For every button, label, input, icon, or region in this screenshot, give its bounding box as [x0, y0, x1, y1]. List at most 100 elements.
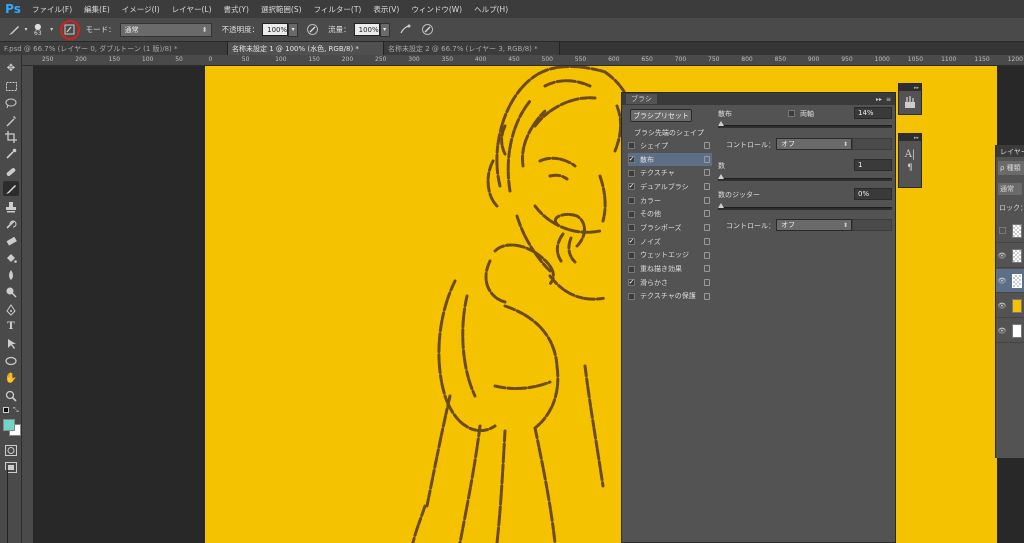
brush-setting-item[interactable]: ブラシポーズ	[628, 221, 712, 235]
menu-view[interactable]: 表示(V)	[367, 4, 405, 15]
eye-icon[interactable]: 👁	[996, 327, 1008, 335]
brush-setting-checkbox[interactable]: ✓	[628, 238, 635, 246]
layer-filter-dropdown[interactable]: ρ 種類	[998, 161, 1024, 175]
menu-help[interactable]: ヘルプ(H)	[468, 4, 514, 15]
lock-icon[interactable]	[704, 224, 710, 232]
lock-icon[interactable]	[704, 155, 710, 163]
brush-setting-checkbox[interactable]: ✓	[628, 183, 635, 191]
menu-filter[interactable]: フィルター(T)	[308, 4, 368, 15]
lock-icon[interactable]	[704, 292, 710, 300]
mode-dropdown[interactable]: 通常 ⬍	[119, 22, 212, 37]
eye-icon[interactable]: 👁	[996, 302, 1008, 310]
menu-image[interactable]: イメージ(I)	[116, 4, 166, 15]
menu-file[interactable]: ファイル(F)	[26, 4, 78, 15]
count-jitter-input[interactable]: 0%	[854, 188, 892, 200]
blur-tool-icon[interactable]	[3, 267, 19, 282]
opacity-slider-button[interactable]: ▾	[288, 22, 299, 37]
brush-tool-icon[interactable]	[6, 22, 22, 38]
pressure-size-icon[interactable]	[420, 22, 436, 38]
history-brush-tool-icon[interactable]	[3, 216, 19, 231]
brush-panel-toggle-button[interactable]	[59, 19, 80, 40]
pressure-opacity-icon[interactable]	[304, 22, 320, 38]
layers-panel-tab[interactable]: レイヤー	[996, 145, 1024, 157]
brush-setting-checkbox[interactable]	[628, 142, 635, 150]
lock-icon[interactable]	[704, 183, 710, 191]
magic-wand-tool-icon[interactable]	[3, 113, 19, 128]
document-tab[interactable]: 名称未設定 2 @ 66.7% (レイヤー 3, RGB/8) *	[384, 42, 560, 55]
slider-knob-icon[interactable]	[718, 121, 724, 126]
brush-tool-icon[interactable]	[3, 181, 19, 196]
lock-icon[interactable]	[704, 210, 710, 218]
brush-setting-item[interactable]: ✓ 滑らかさ	[628, 276, 712, 290]
collapse-icon[interactable]: ▸▸	[876, 96, 882, 103]
brush-setting-item[interactable]: テクスチャ	[628, 166, 712, 180]
brush-setting-item[interactable]: ✓ デュアルブラシ	[628, 180, 712, 194]
brush-setting-item[interactable]: ✓ 散布	[628, 152, 712, 167]
eraser-tool-icon[interactable]	[3, 233, 19, 248]
menu-select[interactable]: 選択範囲(S)	[255, 4, 308, 15]
opacity-input[interactable]: 100%	[262, 23, 289, 36]
document-tab-active[interactable]: 名称未設定 1 @ 100% (水色, RGB/8) *	[228, 42, 384, 55]
pen-tool-icon[interactable]	[3, 302, 19, 317]
document-tab[interactable]: F.psd @ 66.7% (レイヤー 0, ダブルトーン (1 版)/8) *	[0, 42, 228, 55]
collapse-icon[interactable]: ▸▸	[899, 134, 921, 141]
airbrush-icon[interactable]	[398, 22, 414, 38]
zoom-tool-icon[interactable]	[3, 388, 19, 403]
brush-setting-checkbox[interactable]	[628, 197, 635, 205]
slider-knob-icon[interactable]	[718, 174, 724, 179]
paragraph-panel-icon[interactable]: ¶	[899, 163, 921, 173]
visibility-toggle[interactable]	[996, 227, 1008, 234]
blend-mode-dropdown[interactable]: 通常	[998, 183, 1022, 195]
crop-tool-icon[interactable]	[3, 129, 19, 144]
scatter-slider[interactable]	[718, 121, 892, 128]
brush-setting-checkbox[interactable]	[628, 265, 635, 273]
brush-setting-item[interactable]: その他	[628, 207, 712, 221]
brush-size-picker[interactable]: ● 63	[34, 22, 42, 37]
brush-setting-checkbox[interactable]: ✓	[628, 279, 635, 287]
brush-setting-checkbox[interactable]	[628, 169, 635, 177]
type-tool-icon[interactable]: T	[3, 319, 19, 334]
brush-setting-item[interactable]: テクスチャの保護	[628, 290, 712, 304]
menu-layer[interactable]: レイヤー(L)	[166, 4, 218, 15]
brush-tip-shape-item[interactable]: ブラシ先端のシェイプ	[628, 126, 712, 139]
lock-icon[interactable]	[704, 169, 710, 177]
ellipse-tool-icon[interactable]	[3, 353, 19, 368]
layer-row[interactable]: 👁	[996, 269, 1024, 293]
flow-slider-button[interactable]: ▾	[379, 22, 390, 37]
menu-edit[interactable]: 編集(E)	[78, 4, 116, 15]
swap-colors-icon[interactable]: ⤡	[13, 406, 19, 415]
lock-icon[interactable]	[704, 196, 710, 204]
brush-setting-checkbox[interactable]	[628, 292, 635, 300]
control-dropdown-2[interactable]: オフ ⬍	[776, 219, 852, 231]
brush-setting-checkbox[interactable]	[628, 210, 635, 218]
foreground-color-swatch[interactable]	[3, 419, 15, 431]
layer-row[interactable]: 👁	[996, 319, 1024, 343]
character-panel-icon[interactable]: A|	[899, 149, 921, 160]
hand-tool-icon[interactable]: ✋	[3, 371, 19, 386]
count-jitter-slider[interactable]	[718, 203, 892, 210]
eye-icon[interactable]: 👁	[996, 277, 1008, 285]
count-value-input[interactable]: 1	[854, 159, 892, 171]
dodge-tool-icon[interactable]	[3, 284, 19, 299]
control-dropdown[interactable]: オフ ⬍	[776, 138, 852, 150]
brush-presets-button[interactable]: ブラシプリセット	[630, 109, 692, 122]
paint-bucket-tool-icon[interactable]	[3, 250, 19, 265]
layer-row[interactable]	[996, 219, 1024, 243]
brush-picker-chevron-icon[interactable]: ▾	[48, 22, 56, 38]
tool-preset-chevron-icon[interactable]: ▾	[22, 22, 30, 38]
lock-icon[interactable]	[704, 278, 710, 286]
brush-presets-icon[interactable]	[899, 95, 921, 109]
lock-icon[interactable]	[704, 265, 710, 273]
brush-setting-item[interactable]: カラー	[628, 194, 712, 208]
clone-stamp-tool-icon[interactable]	[3, 199, 19, 214]
slider-knob-icon[interactable]	[718, 203, 724, 208]
panel-menu-icon[interactable]: ≡	[886, 96, 891, 103]
lock-icon[interactable]	[704, 142, 710, 149]
both-axes-checkbox[interactable]	[788, 110, 795, 117]
menu-type[interactable]: 書式(Y)	[218, 4, 255, 15]
brush-setting-checkbox[interactable]: ✓	[628, 156, 635, 164]
default-colors-icon[interactable]	[3, 407, 9, 413]
collapse-icon[interactable]: ▸▸	[899, 84, 921, 91]
marquee-tool-icon[interactable]	[3, 79, 19, 94]
count-slider[interactable]	[718, 174, 892, 181]
